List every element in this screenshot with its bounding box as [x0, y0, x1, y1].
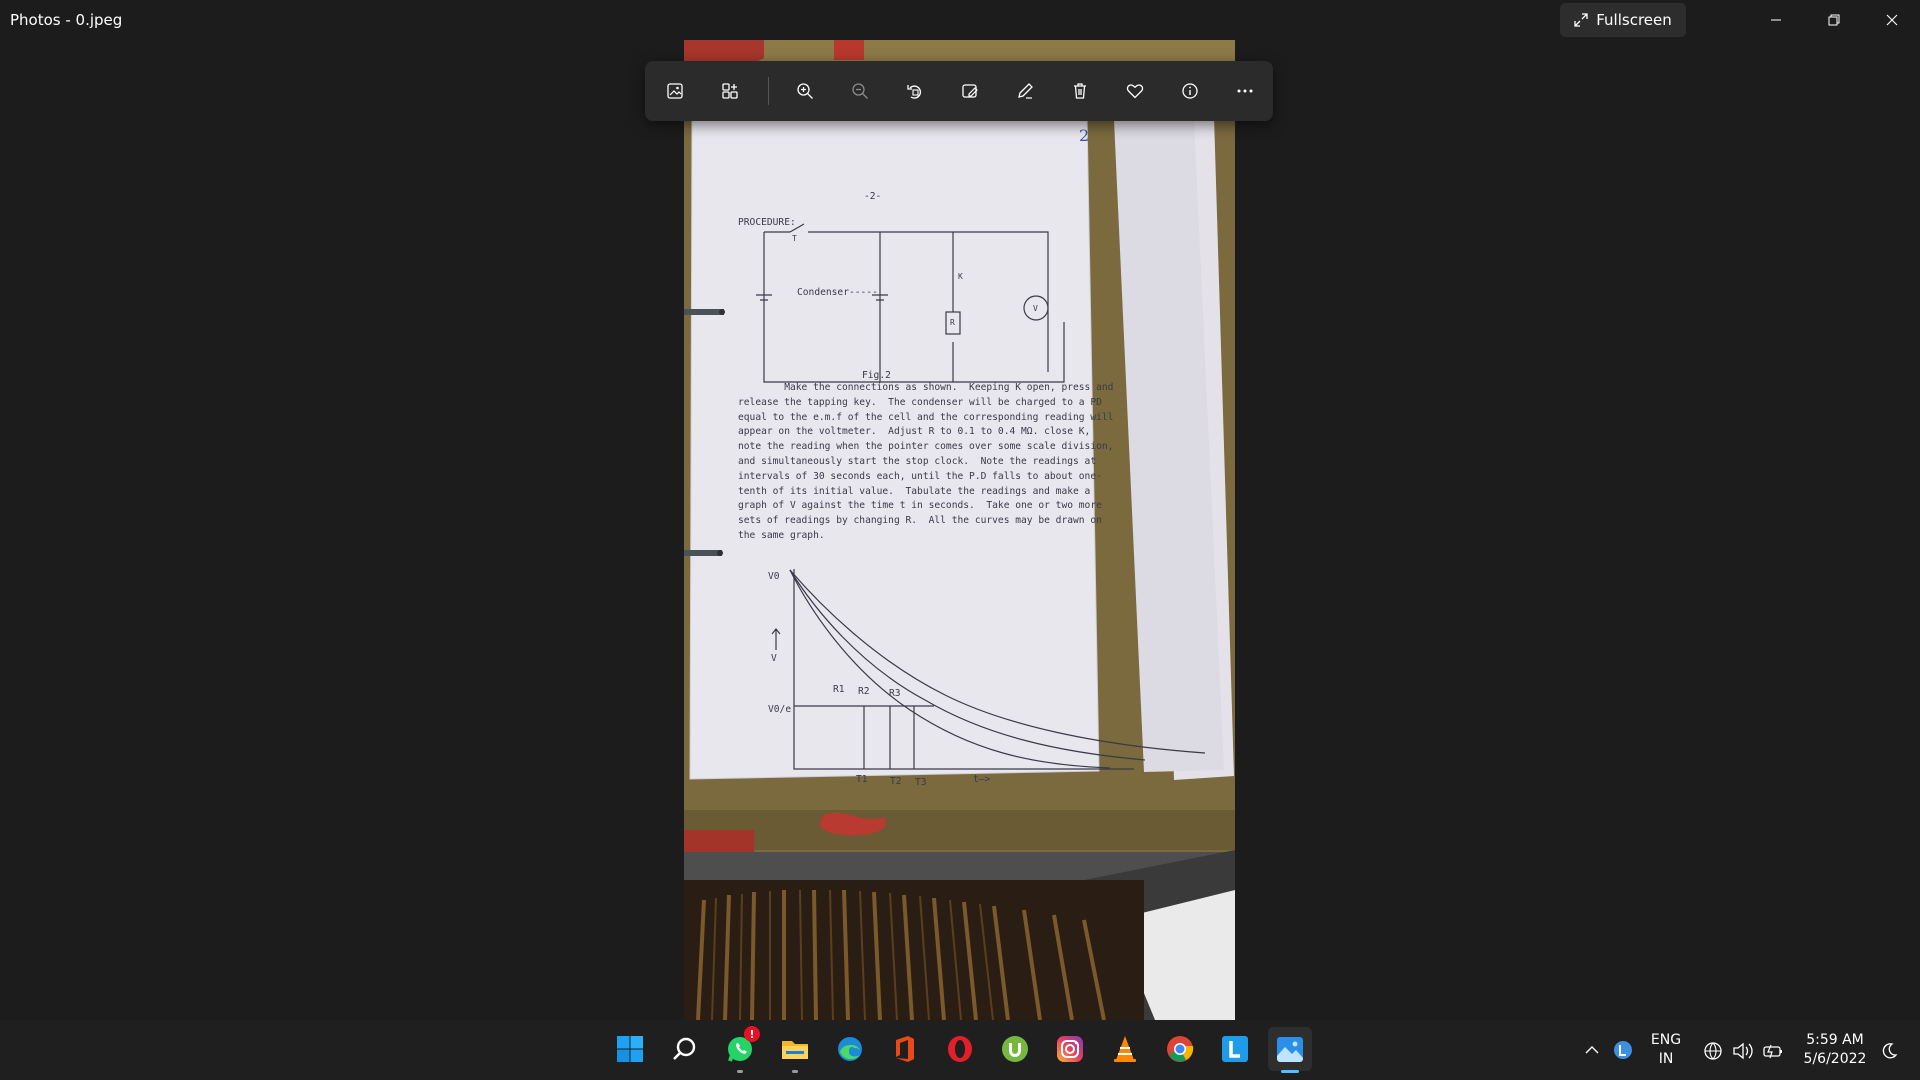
gallery-icon [722, 83, 738, 99]
taskbar-l-app[interactable] [1213, 1027, 1257, 1071]
search-icon [673, 1037, 696, 1060]
rotate-icon [907, 85, 922, 99]
chrome-icon [1167, 1036, 1194, 1062]
battery-icon[interactable] [1762, 1041, 1784, 1061]
taskbar-whatsapp[interactable]: ! [718, 1026, 762, 1073]
running-indicator [737, 1070, 743, 1073]
tray-app-icon[interactable] [1613, 1040, 1633, 1060]
graph-v-axis-label: V [771, 653, 777, 664]
window-title: Photos - 0.jpeg [10, 11, 123, 29]
gallery-button[interactable] [712, 73, 748, 109]
graph-t2-label: T2 [890, 776, 902, 787]
start-icon [617, 1036, 643, 1062]
taskbar-file-explorer[interactable] [773, 1027, 817, 1073]
clock-date: 5/6/2022 [1803, 1051, 1867, 1067]
favorite-button[interactable] [1117, 73, 1153, 109]
graph-v0e-label: V0/e [768, 704, 792, 715]
delete-icon [1074, 83, 1086, 99]
zoom-out-button[interactable] [842, 73, 878, 109]
network-icon[interactable] [1703, 1041, 1723, 1061]
volume-icon[interactable] [1732, 1041, 1754, 1061]
taskbar-instagram[interactable] [1048, 1027, 1092, 1071]
active-indicator [1281, 1070, 1299, 1073]
photo-viewer-image: 2 -2- PROCEDURE: T K Condenser----- R V … [684, 40, 1235, 1020]
l-app-icon [1222, 1036, 1248, 1062]
zoom-out-icon [852, 83, 868, 99]
restore-button[interactable] [1806, 0, 1862, 40]
opera-icon [948, 1036, 972, 1062]
rotate-button[interactable] [897, 73, 933, 109]
close-icon [1886, 14, 1898, 26]
taskbar-utorrent[interactable] [993, 1027, 1037, 1071]
minimize-icon [1771, 19, 1781, 21]
taskbar-photos[interactable] [1268, 1027, 1312, 1073]
info-icon [1182, 83, 1198, 99]
taskbar-edge[interactable] [828, 1027, 872, 1071]
favorite-icon [1126, 84, 1144, 99]
office-icon [896, 1036, 914, 1062]
graph-t1-label: T1 [856, 774, 868, 785]
view-actual-size-button[interactable] [657, 73, 693, 109]
taskbar-vlc[interactable] [1103, 1027, 1147, 1071]
fullscreen-button[interactable]: Fullscreen [1560, 3, 1686, 37]
draw-icon [1018, 83, 1033, 99]
photo-toolbar [645, 61, 1273, 121]
more-button[interactable] [1227, 73, 1263, 109]
view-actual-size-icon [667, 83, 683, 99]
taskbar: ! ENG IN 5:59 AM 5/6/2022 [0, 1020, 1920, 1080]
graph-t3-label: T3 [915, 777, 927, 788]
graph-t-axis-label: t—> [973, 774, 991, 785]
chevron-up-icon[interactable] [1584, 1042, 1600, 1058]
notification-badge: ! [744, 1026, 760, 1042]
expand-icon [1574, 13, 1588, 27]
taskbar-chrome[interactable] [1158, 1027, 1202, 1071]
graph-r2-label: R2 [858, 686, 870, 697]
toolbar-separator [768, 77, 769, 105]
delete-button[interactable] [1062, 73, 1098, 109]
close-button[interactable] [1864, 0, 1920, 40]
decay-graph [771, 569, 1206, 770]
graph-r3-label: R3 [889, 688, 901, 699]
zoom-in-icon [797, 83, 813, 99]
file-explorer-icon [782, 1041, 808, 1059]
draw-button[interactable] [1007, 73, 1043, 109]
fullscreen-label: Fullscreen [1596, 11, 1672, 29]
edit-image-icon [962, 84, 978, 98]
instagram-icon [1057, 1036, 1083, 1062]
utorrent-icon [1002, 1036, 1028, 1062]
zoom-in-button[interactable] [787, 73, 823, 109]
clock[interactable]: 5:59 AM 5/6/2022 [1797, 1031, 1873, 1069]
start-button[interactable] [608, 1027, 652, 1071]
region-code: IN [1658, 1051, 1674, 1067]
photos-icon [1277, 1037, 1303, 1062]
edit-image-button[interactable] [952, 73, 988, 109]
graph-v0-label: V0 [768, 571, 780, 582]
search-button[interactable] [663, 1027, 707, 1071]
language-code: ENG [1650, 1032, 1682, 1048]
language-indicator[interactable]: ENG IN [1646, 1031, 1686, 1069]
focus-moon-icon[interactable] [1880, 1042, 1898, 1060]
title-bar: Photos - 0.jpeg Fullscreen [0, 0, 1920, 40]
graph-r1-label: R1 [833, 684, 845, 695]
running-indicator [792, 1070, 798, 1073]
clock-time: 5:59 AM [1806, 1032, 1864, 1048]
edge-icon [838, 1037, 862, 1061]
vlc-icon [1114, 1036, 1136, 1062]
more-icon [1237, 89, 1253, 93]
minimize-button[interactable] [1748, 0, 1804, 40]
taskbar-opera[interactable] [938, 1027, 982, 1071]
taskbar-office[interactable] [883, 1027, 927, 1071]
restore-icon [1828, 14, 1840, 26]
info-button[interactable] [1172, 73, 1208, 109]
